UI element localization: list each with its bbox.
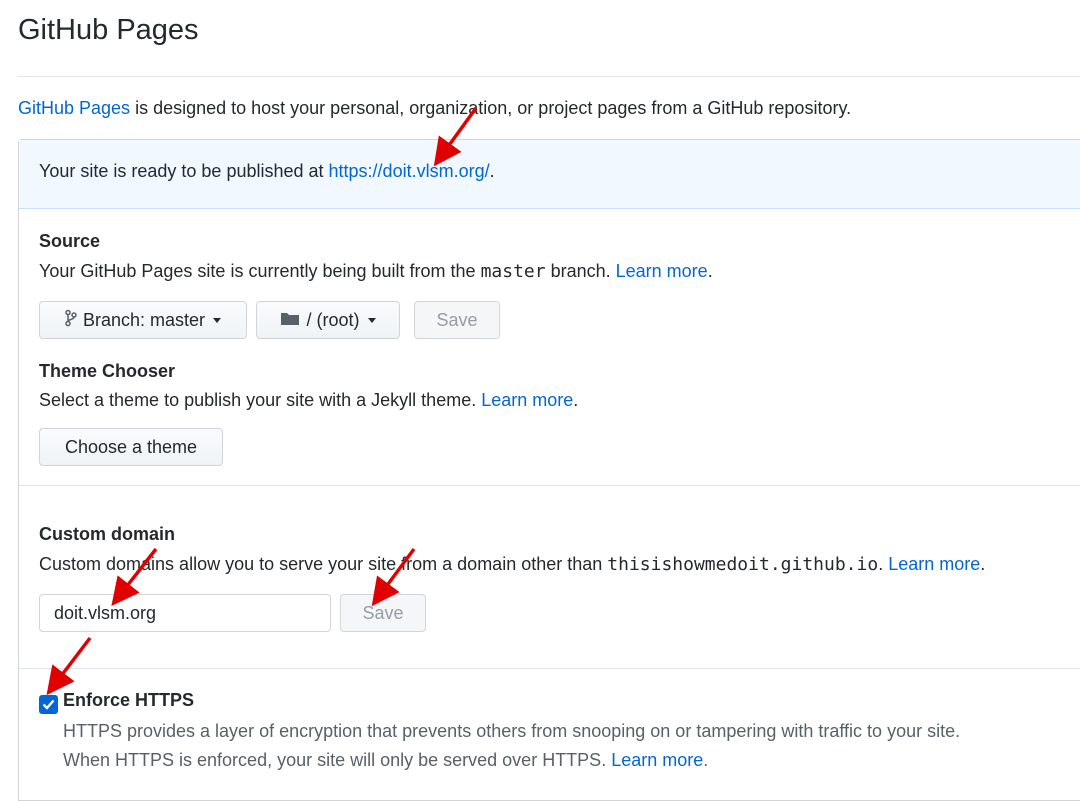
https-line2-text: When HTTPS is enforced, your site will o… bbox=[63, 750, 612, 770]
https-description-line-2: When HTTPS is enforced, your site will o… bbox=[63, 750, 708, 771]
source-desc-post: branch. bbox=[545, 261, 616, 281]
custom-domain-save-button[interactable]: Save bbox=[340, 594, 426, 632]
custom-domain-learn-more-link[interactable]: Learn more bbox=[888, 554, 980, 574]
flash-suffix: . bbox=[489, 161, 495, 181]
https-description-line-1: HTTPS provides a layer of encryption tha… bbox=[63, 721, 961, 741]
source-description: Your GitHub Pages site is currently bein… bbox=[39, 261, 713, 282]
branch-button-label: Branch: master bbox=[82, 309, 206, 330]
enforce-https-heading: Enforce HTTPS bbox=[63, 690, 195, 710]
intro-body: is designed to host your personal, organ… bbox=[130, 98, 852, 118]
custom-domain-period: . bbox=[980, 554, 986, 574]
source-period: . bbox=[707, 261, 713, 281]
intro-text: GitHub Pages is designed to host your pe… bbox=[18, 98, 851, 119]
theme-heading: Theme Chooser bbox=[39, 361, 176, 381]
divider bbox=[19, 485, 1080, 486]
caret-down-icon bbox=[213, 317, 222, 323]
flash-text: Your site is ready to be published at bbox=[39, 161, 329, 181]
github-pages-link[interactable]: GitHub Pages bbox=[18, 98, 130, 118]
check-icon bbox=[42, 699, 55, 710]
theme-desc-text: Select a theme to publish your site with… bbox=[39, 390, 482, 410]
branch-select-button[interactable]: Branch: master bbox=[39, 301, 247, 339]
folder-button-label: / (root) bbox=[306, 309, 360, 330]
folder-icon bbox=[280, 310, 300, 331]
caret-down-icon bbox=[367, 317, 376, 323]
source-desc-pre: Your GitHub Pages site is currently bein… bbox=[39, 261, 481, 281]
github-domain-code: thisishowmedoit.github.io bbox=[607, 554, 879, 575]
https-period: . bbox=[703, 750, 709, 770]
source-learn-more-link[interactable]: Learn more bbox=[616, 261, 708, 281]
site-url-link[interactable]: https://doit.vlsm.org/ bbox=[329, 161, 490, 181]
pages-settings-box: Your site is ready to be published at ht… bbox=[18, 139, 1080, 801]
custom-domain-input[interactable]: doit.vlsm.org bbox=[39, 594, 331, 632]
source-heading: Source bbox=[39, 231, 101, 251]
branch-icon bbox=[65, 309, 77, 332]
theme-description: Select a theme to publish your site with… bbox=[39, 390, 578, 411]
source-save-button[interactable]: Save bbox=[414, 301, 500, 339]
choose-theme-button[interactable]: Choose a theme bbox=[39, 428, 223, 466]
branch-code: master bbox=[480, 261, 546, 282]
publish-flash: Your site is ready to be published at ht… bbox=[19, 140, 1080, 209]
custom-domain-description: Custom domains allow you to serve your s… bbox=[39, 554, 985, 575]
https-learn-more-link[interactable]: Learn more bbox=[611, 750, 703, 770]
divider bbox=[19, 668, 1080, 669]
page-title: GitHub Pages bbox=[18, 14, 199, 46]
theme-learn-more-link[interactable]: Learn more bbox=[481, 390, 573, 410]
custom-domain-desc-pre: Custom domains allow you to serve your s… bbox=[39, 554, 608, 574]
custom-domain-desc-post: . bbox=[878, 554, 889, 574]
flash-message: Your site is ready to be published at ht… bbox=[39, 161, 495, 182]
custom-domain-heading: Custom domain bbox=[39, 524, 176, 544]
divider bbox=[18, 76, 1080, 77]
theme-period: . bbox=[573, 390, 579, 410]
folder-select-button[interactable]: / (root) bbox=[256, 301, 400, 339]
enforce-https-checkbox[interactable] bbox=[39, 695, 58, 714]
